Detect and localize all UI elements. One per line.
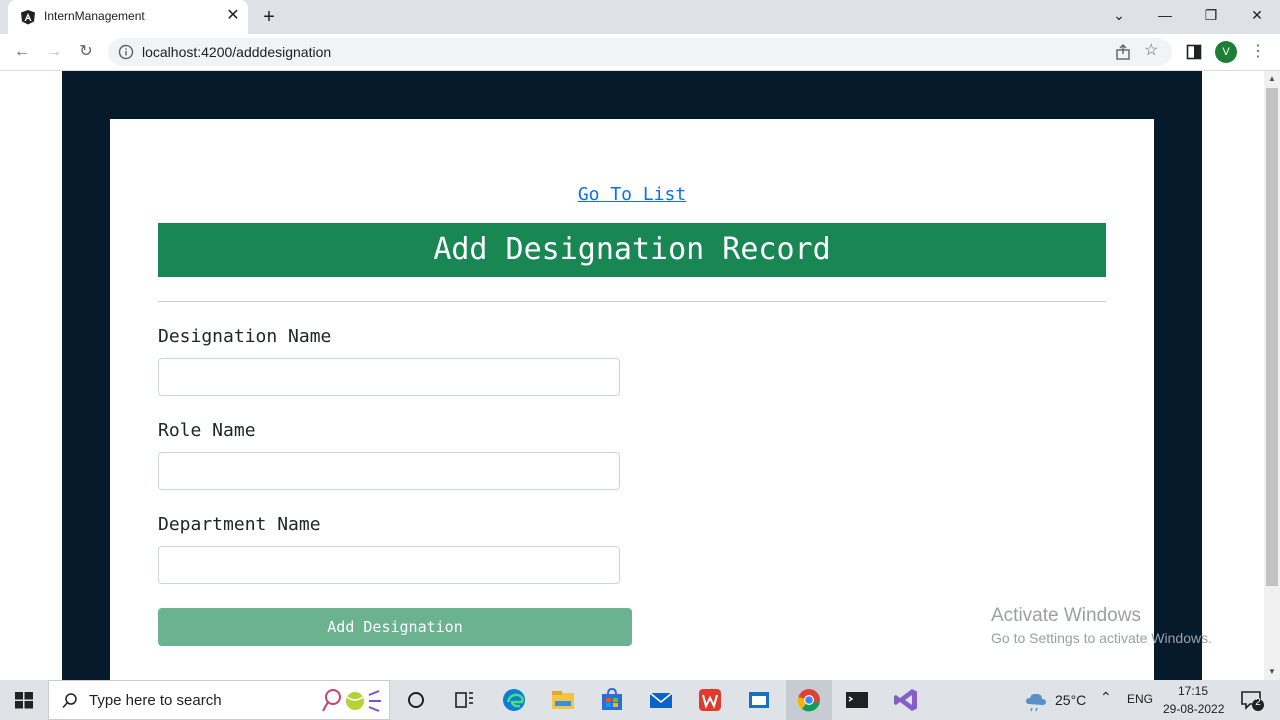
chrome-icon[interactable] — [793, 684, 825, 716]
tray-chevron-icon[interactable]: ⌃ — [1100, 689, 1112, 706]
wps-office-icon[interactable] — [694, 684, 726, 716]
browser-tab[interactable]: InternManagement ✕ — [8, 0, 248, 34]
department-name-label: Department Name — [158, 514, 321, 535]
notification-icon[interactable] — [1236, 684, 1268, 716]
role-name-label: Role Name — [158, 420, 256, 441]
file-explorer-icon[interactable] — [547, 684, 579, 716]
search-icon — [62, 693, 77, 709]
store-icon[interactable] — [596, 684, 628, 716]
bookmark-star-icon[interactable]: ☆ — [1144, 42, 1162, 60]
page-scrollbar[interactable]: ▲ ▼ — [1264, 71, 1280, 680]
language-indicator[interactable]: ENG — [1127, 692, 1153, 706]
divider — [158, 301, 1106, 302]
watermark-subtitle: Go to Settings to activate Windows. — [991, 630, 1212, 646]
role-name-input[interactable] — [158, 452, 620, 490]
department-name-input[interactable] — [158, 546, 620, 584]
angular-icon — [21, 10, 35, 25]
new-tab-icon[interactable]: + — [258, 6, 280, 28]
tab-strip: InternManagement ✕ + ⌄ — ❐ ✕ — [0, 0, 1280, 34]
clock-time[interactable]: 17:15 — [1178, 684, 1208, 698]
taskbar-search[interactable]: Type here to search — [48, 680, 390, 720]
close-tab-icon[interactable]: ✕ — [224, 7, 242, 25]
form-card: Go To List Add Designation Record Design… — [110, 119, 1154, 680]
profile-avatar[interactable]: V — [1215, 41, 1237, 63]
tab-search-icon[interactable]: ⌄ — [1096, 0, 1142, 32]
back-icon[interactable]: ← — [10, 40, 34, 64]
designation-name-input[interactable] — [158, 358, 620, 396]
windows-start-icon[interactable] — [8, 684, 40, 716]
reload-icon[interactable]: ↻ — [74, 40, 98, 64]
clock-date[interactable]: 29-08-2022 — [1163, 702, 1224, 716]
windows-taskbar: Type here to search 25°C ⌃ ENG 17:15 29-… — [0, 680, 1280, 720]
notification-count: 2 — [1255, 697, 1261, 708]
search-highlight-icon — [322, 689, 381, 712]
forward-icon[interactable]: → — [42, 40, 66, 64]
browser-toolbar: ← → ↻ localhost:4200/adddesignation ☆ V … — [0, 34, 1280, 71]
mail-icon[interactable] — [645, 684, 677, 716]
restore-icon[interactable]: ❐ — [1188, 0, 1234, 32]
weather-icon — [1026, 693, 1046, 712]
temperature-text: 25°C — [1055, 692, 1087, 708]
more-menu-icon[interactable]: ⋮ — [1250, 40, 1266, 64]
go-to-list-link[interactable]: Go To List — [110, 184, 1154, 205]
app-window-icon[interactable] — [743, 684, 775, 716]
designation-name-label: Designation Name — [158, 326, 332, 347]
terminal-icon[interactable] — [841, 684, 873, 716]
url-text: localhost:4200/adddesignation — [142, 44, 332, 60]
task-view-icon[interactable] — [448, 684, 480, 716]
tab-title: InternManagement — [44, 9, 145, 23]
scroll-up-icon[interactable]: ▲ — [1264, 71, 1280, 87]
minimize-icon[interactable]: — — [1142, 0, 1188, 32]
scroll-down-icon[interactable]: ▼ — [1264, 664, 1280, 680]
search-placeholder: Type here to search — [89, 692, 222, 709]
info-icon[interactable] — [118, 44, 134, 60]
side-panel-icon[interactable] — [1186, 44, 1202, 60]
watermark-title: Activate Windows — [991, 605, 1141, 626]
close-window-icon[interactable]: ✕ — [1234, 0, 1280, 32]
page-viewport: Go To List Add Designation Record Design… — [0, 71, 1264, 680]
add-designation-button[interactable]: Add Designation — [158, 608, 632, 646]
scroll-thumb[interactable] — [1266, 88, 1278, 586]
address-bar[interactable]: localhost:4200/adddesignation ☆ — [108, 38, 1172, 66]
page-title: Add Designation Record — [158, 223, 1106, 277]
activate-windows-watermark: Activate Windows Go to Settings to activ… — [991, 605, 1212, 646]
share-icon[interactable] — [1114, 43, 1132, 61]
edge-icon[interactable] — [498, 684, 530, 716]
visual-studio-icon[interactable] — [890, 684, 922, 716]
cortana-icon[interactable] — [400, 684, 432, 716]
